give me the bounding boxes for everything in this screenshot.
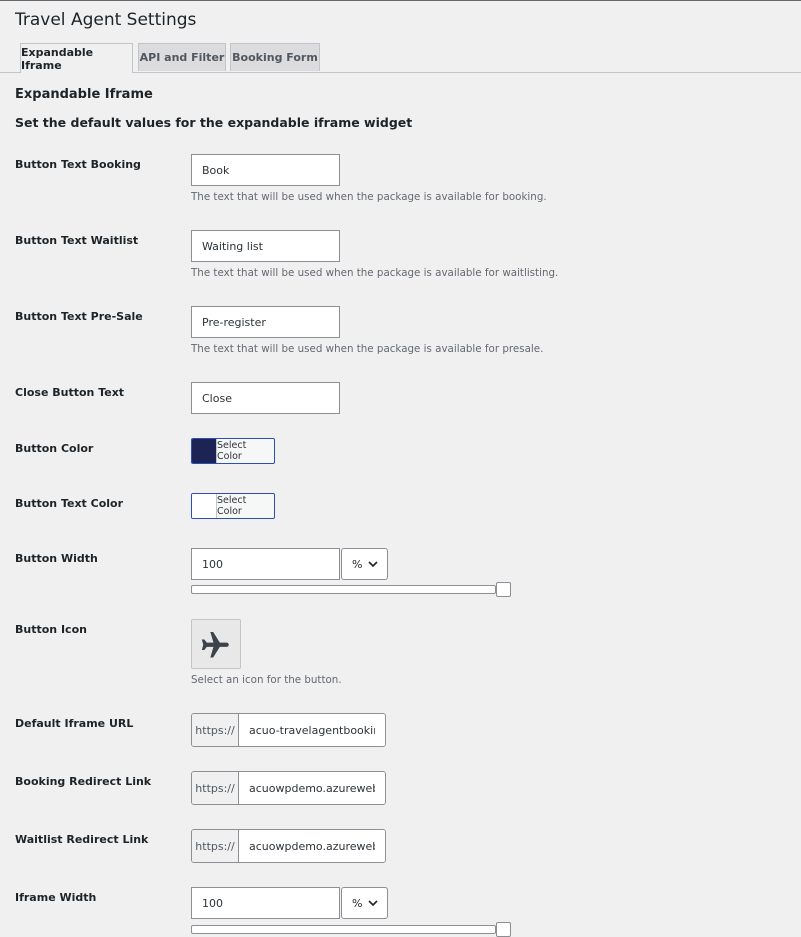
- chevron-down-icon: [368, 561, 378, 568]
- waitlist-redirect-link-label: Waitlist Redirect Link: [15, 833, 149, 846]
- button-width-input[interactable]: [191, 548, 340, 580]
- iframe-width-unit-select[interactable]: %: [341, 887, 388, 919]
- airplane-icon: [201, 631, 229, 658]
- iframe-width-unit-value: %: [352, 896, 363, 910]
- booking-redirect-link-label: Booking Redirect Link: [15, 775, 152, 788]
- default-iframe-url-field: https://: [191, 713, 386, 747]
- button-text-booking-label: Button Text Booking: [15, 158, 141, 171]
- booking-redirect-link-field: https://: [191, 771, 386, 805]
- default-iframe-url-input[interactable]: [239, 714, 385, 746]
- close-button-text-input[interactable]: [191, 382, 340, 414]
- section-title: Expandable Iframe: [15, 87, 153, 102]
- button-color-label: Button Color: [15, 442, 94, 455]
- booking-redirect-link-input[interactable]: [239, 772, 385, 804]
- booking-redirect-link-prefix: https://: [192, 772, 239, 804]
- waitlist-redirect-link-prefix: https://: [192, 830, 239, 862]
- button-text-color-swatch: [192, 494, 217, 518]
- page-title: Travel Agent Settings: [15, 10, 197, 30]
- button-text-booking-help: The text that will be used when the pack…: [191, 191, 547, 203]
- button-text-presale-label: Button Text Pre-Sale: [15, 310, 143, 323]
- button-width-unit-select[interactable]: %: [341, 548, 388, 580]
- button-width-slider-handle[interactable]: [496, 582, 511, 597]
- button-icon-help: Select an icon for the button.: [191, 674, 342, 686]
- waitlist-redirect-link-input[interactable]: [239, 830, 385, 862]
- close-button-text-label: Close Button Text: [15, 386, 125, 399]
- button-text-waitlist-help: The text that will be used when the pack…: [191, 267, 559, 279]
- button-width-unit-value: %: [352, 557, 363, 571]
- button-icon-label: Button Icon: [15, 623, 87, 636]
- section-description: Set the default values for the expandabl…: [15, 115, 413, 130]
- iframe-width-label: Iframe Width: [15, 891, 97, 904]
- button-text-presale-help: The text that will be used when the pack…: [191, 343, 544, 355]
- button-width-slider[interactable]: [191, 585, 496, 594]
- button-color-select-label: Select Color: [217, 440, 247, 462]
- settings-tabs: Expandable Iframe API and Filter Booking…: [0, 43, 801, 73]
- tab-booking-form[interactable]: Booking Form: [230, 43, 320, 71]
- button-text-color-select-label: Select Color: [217, 495, 247, 517]
- tab-expandable-iframe[interactable]: Expandable Iframe: [20, 43, 133, 73]
- tab-api-and-filter[interactable]: API and Filter: [138, 43, 226, 71]
- button-width-label: Button Width: [15, 552, 98, 565]
- button-text-color-label: Button Text Color: [15, 497, 124, 510]
- default-iframe-url-label: Default Iframe URL: [15, 717, 134, 730]
- button-text-waitlist-input[interactable]: [191, 230, 340, 262]
- default-iframe-url-prefix: https://: [192, 714, 239, 746]
- button-icon-picker[interactable]: [191, 619, 241, 669]
- waitlist-redirect-link-field: https://: [191, 829, 386, 863]
- button-text-color-picker[interactable]: Select Color: [191, 493, 275, 519]
- button-color-swatch: [192, 439, 217, 463]
- button-text-presale-input[interactable]: [191, 306, 340, 338]
- button-color-picker[interactable]: Select Color: [191, 438, 275, 464]
- button-text-booking-input[interactable]: [191, 154, 340, 186]
- iframe-width-input[interactable]: [191, 887, 340, 919]
- chevron-down-icon: [368, 900, 378, 907]
- button-text-waitlist-label: Button Text Waitlist: [15, 234, 139, 247]
